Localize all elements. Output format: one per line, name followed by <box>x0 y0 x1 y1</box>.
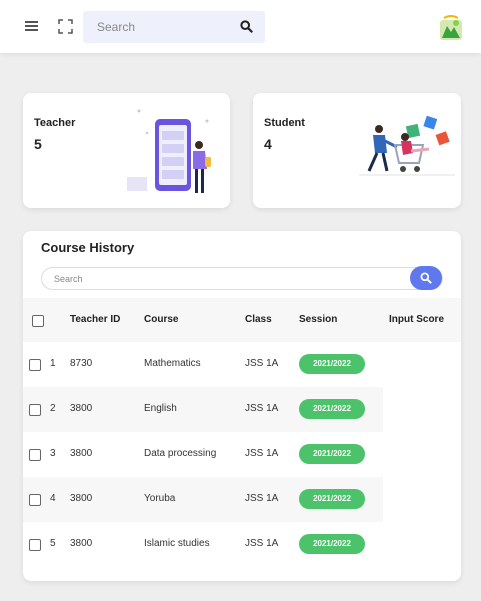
course-cell: Islamic studies <box>144 538 210 549</box>
column-header-session: Session <box>299 314 338 325</box>
course-history-search-button[interactable] <box>410 266 442 290</box>
session-badge: 2021/2022 <box>299 399 365 419</box>
student-illustration <box>359 115 455 176</box>
column-header-input-score: Input Score <box>389 314 445 325</box>
course-cell: Data processing <box>144 448 217 459</box>
row-number: 2 <box>50 403 56 414</box>
teacher-id-cell: 3800 <box>70 403 93 414</box>
search-bar <box>83 11 265 43</box>
search-input[interactable] <box>97 19 227 35</box>
teacher-illustration <box>127 109 211 193</box>
table-row[interactable]: 1 8730 Mathematics JSS 1A 2021/2022 <box>23 342 383 387</box>
class-cell: JSS 1A <box>245 403 279 414</box>
row-number: 5 <box>50 538 56 549</box>
row-number: 3 <box>50 448 56 459</box>
search-icon <box>420 272 432 284</box>
student-stat-card[interactable]: Student 4 <box>253 93 461 208</box>
menu-icon[interactable] <box>24 19 40 33</box>
class-cell: JSS 1A <box>245 358 279 369</box>
session-badge: 2021/2022 <box>299 444 365 464</box>
course-cell: English <box>144 403 177 414</box>
select-all-checkbox[interactable] <box>32 315 44 327</box>
teacher-id-cell: 3800 <box>70 448 93 459</box>
course-history-card: Course History Teacher ID Course Class S… <box>23 231 461 581</box>
table-row[interactable]: 3 3800 Data processing JSS 1A 2021/2022 <box>23 432 383 477</box>
teacher-id-cell: 3800 <box>70 493 93 504</box>
course-history-search <box>41 267 443 290</box>
top-bar <box>0 0 481 53</box>
column-header-class: Class <box>245 314 272 325</box>
teacher-id-cell: 8730 <box>70 358 93 369</box>
teacher-stat-label: Teacher <box>34 117 76 129</box>
fullscreen-icon[interactable] <box>58 19 73 34</box>
class-cell: JSS 1A <box>245 538 279 549</box>
table-row[interactable]: 5 3800 Islamic studies JSS 1A 2021/2022 <box>23 522 383 567</box>
teacher-count: 5 <box>34 136 42 152</box>
avatar[interactable] <box>439 14 463 42</box>
table-header: Teacher ID Course Class Session Input Sc… <box>23 298 461 342</box>
course-cell: Yoruba <box>144 493 176 504</box>
course-cell: Mathematics <box>144 358 201 369</box>
row-checkbox[interactable] <box>29 449 41 461</box>
row-checkbox[interactable] <box>29 359 41 371</box>
session-badge: 2021/2022 <box>299 489 365 509</box>
search-icon[interactable] <box>240 20 253 33</box>
row-number: 4 <box>50 493 56 504</box>
row-checkbox[interactable] <box>29 539 41 551</box>
course-history-title: Course History <box>41 240 135 255</box>
column-header-course: Course <box>144 314 179 325</box>
session-badge: 2021/2022 <box>299 534 365 554</box>
student-stat-label: Student <box>264 117 305 129</box>
table-row[interactable]: 2 3800 English JSS 1A 2021/2022 <box>23 387 383 432</box>
class-cell: JSS 1A <box>245 448 279 459</box>
session-badge: 2021/2022 <box>299 354 365 374</box>
student-count: 4 <box>264 136 272 152</box>
row-number: 1 <box>50 358 56 369</box>
course-history-search-input[interactable] <box>54 272 394 286</box>
column-header-teacher-id: Teacher ID <box>70 314 121 325</box>
teacher-stat-card[interactable]: Teacher 5 <box>23 93 230 208</box>
table-row[interactable]: 4 3800 Yoruba JSS 1A 2021/2022 <box>23 477 383 522</box>
row-checkbox[interactable] <box>29 494 41 506</box>
class-cell: JSS 1A <box>245 493 279 504</box>
teacher-id-cell: 3800 <box>70 538 93 549</box>
row-checkbox[interactable] <box>29 404 41 416</box>
